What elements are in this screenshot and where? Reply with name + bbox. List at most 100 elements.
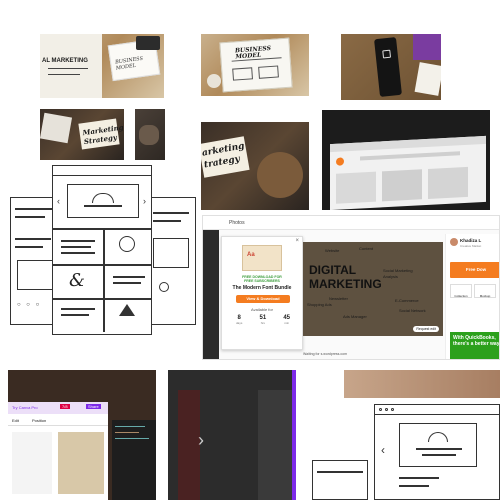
board-word: E-Commerce [395,298,419,303]
quickbooks-ad[interactable]: With QuickBooks, there's a better way [450,332,499,359]
mockup-button[interactable]: Mockup [474,284,496,298]
download-popup: × Aa FREE DOWNLOAD FOR FREE SUBSCRIBERS … [221,236,303,350]
code-panel [112,420,156,500]
wire-divider [53,228,151,230]
wire-divider [53,298,151,300]
tab-canva-pro[interactable]: Try Canva Pro [12,405,38,410]
wire-divider-vertical [103,228,105,332]
collection-button[interactable]: Collection [450,284,472,298]
webinar-screenshot[interactable]: Photos × Aa FREE DOWNLOAD FOR FREE SUBSC… [202,215,500,360]
wire-line [84,205,122,207]
thumbnail [382,169,422,202]
wireframe-browser-illustration[interactable]: ‹ [296,370,500,500]
app-logo-icon [382,49,392,59]
wire-hero-box [399,423,477,467]
notebook-line [48,68,88,69]
board-word: Analysis [383,274,398,279]
browser-bar [330,135,486,153]
page-counter: 7/8 [60,404,70,409]
wire-box [17,260,53,290]
chevron-right-icon[interactable]: › [198,430,204,451]
paper-sheet [40,112,73,144]
countdown: 8 days 51 hrs 45 min [236,315,290,331]
coffee-cup [207,74,221,88]
red-panel [178,390,200,500]
avatar [450,238,458,246]
wire-semicircle [92,193,114,203]
wire-line [416,448,462,450]
chevron-left-icon[interactable]: ‹ [381,443,385,457]
whiteboard-box [232,67,253,81]
smartphone [374,37,402,97]
free-download-button[interactable]: Free Dow [450,262,499,278]
window-dot-icon [385,408,388,411]
photo-desk-marketing-notes[interactable]: AL MARKETING BUSINESS MODEL [40,34,164,98]
wireframe-page-front: ‹ › & [52,165,152,335]
code-line [115,438,149,439]
canvas-preview [58,432,104,494]
share-button[interactable]: Share [86,404,101,409]
whiteboard-paper: BUSINESS MODEL [219,37,293,93]
board-word: Shopping Ads [307,302,332,307]
position-button[interactable]: Position [32,418,46,423]
strategy-card-line2: trategy [203,154,241,171]
paper-sheet [414,62,441,96]
wire-line [113,276,145,278]
thumbnail [336,171,376,204]
photo-laptop-screen[interactable] [322,110,490,210]
wire-dots: ○ ○ ○ [17,302,42,308]
editor-toolbar: Edit Position [8,416,108,426]
wire-line [153,212,189,214]
sticky-paper-text: BUSINESS MODEL [114,55,144,72]
photo-phone-on-desk[interactable] [341,34,441,100]
wire-box [153,238,189,268]
board-word: Social Network [399,308,426,313]
tab-photos[interactable]: Photos [229,220,245,226]
photo-strip [344,370,500,398]
photo-marketing-strategy-card[interactable]: Marketing Strategy [40,109,124,160]
author-name[interactable]: Khadiza L [460,238,481,243]
countdown-minutes: 45 min [283,315,290,325]
dark-window-screenshot[interactable]: › [168,370,296,500]
gray-panel [258,390,296,500]
code-line [115,432,139,433]
search-field-shape [360,151,460,161]
board-headline-2: MARKETING [309,277,382,291]
font-bundle-box: Aa [242,245,282,271]
side-panel [12,432,52,494]
wire-line [15,208,55,210]
badge-text-2: FREE SUBSCRIBERS [244,279,280,283]
wire-line [15,238,51,240]
wire-line [317,471,363,473]
code-line [115,426,145,427]
strategy-card: Marketing Strategy [78,118,124,150]
notebook-page [40,34,102,98]
close-icon[interactable]: × [295,238,299,244]
wire-header-bar [53,166,151,176]
window-dot-icon [379,408,382,411]
wire-line [399,477,439,479]
window-dot-icon [391,408,394,411]
photo-marketing-strategy-card-2[interactable]: arketing trategy [201,122,309,210]
wireframe-illustration[interactable]: ○ ○ ○ ‹ › & [8,165,198,340]
edit-button[interactable]: Edit [12,418,19,423]
view-download-button[interactable]: View & Download [236,295,290,303]
right-sidebar: Khadiza L Creative Market Free Dow Colle… [445,234,499,359]
wire-window-bar [375,405,499,415]
photo-laptop-hands[interactable] [135,109,165,160]
request-edit-button[interactable]: Request edit [413,326,439,332]
photo-business-model-board[interactable]: BUSINESS MODEL [201,34,309,96]
status-caption: Waiting for s.wordpress.com [303,352,348,356]
purple-object [413,34,441,60]
popup-title: The Modern Font Bundle [232,285,292,291]
notebook-line [48,74,80,75]
top-bar: Photos [203,216,499,230]
chalkboard: DIGITAL MARKETING Website Content Social… [303,242,443,336]
browser-tab-bar: Try Canva Pro 7/8 Share [8,402,108,414]
wire-line [61,314,89,316]
wire-line [15,216,45,218]
board-word: Content [359,246,374,251]
wire-line [61,252,95,254]
wire-line [113,282,141,284]
browser-screenshot[interactable]: Try Canva Pro 7/8 Share Edit Position [8,370,156,500]
